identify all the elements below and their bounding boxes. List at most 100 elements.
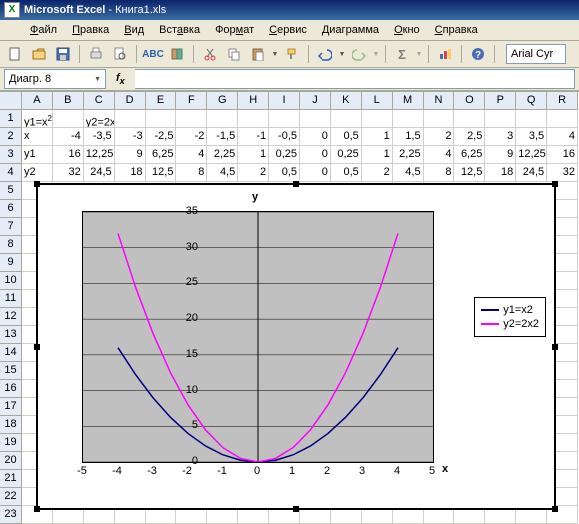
row-header[interactable]: 13 <box>0 326 22 344</box>
cell[interactable]: 1 <box>362 128 393 146</box>
col-header[interactable]: Q <box>516 92 547 110</box>
cell[interactable]: 4,5 <box>393 164 424 182</box>
cell[interactable]: 16 <box>53 146 84 164</box>
undo-dropdown[interactable]: ▼ <box>338 51 346 58</box>
row-header[interactable]: 5 <box>0 182 22 200</box>
col-header[interactable]: F <box>176 92 207 110</box>
cell[interactable]: -4 <box>53 128 84 146</box>
cell[interactable]: 0,5 <box>331 164 362 182</box>
cell[interactable]: 2 <box>362 164 393 182</box>
col-header[interactable]: I <box>269 92 300 110</box>
menu-view[interactable]: Вид <box>118 22 150 38</box>
cell[interactable]: -1,5 <box>207 128 238 146</box>
cell[interactable]: 0,5 <box>269 164 300 182</box>
menu-edit[interactable]: Правка <box>66 22 115 38</box>
cell[interactable]: 32 <box>547 164 578 182</box>
cell[interactable]: -2 <box>176 128 207 146</box>
col-header[interactable]: L <box>362 92 393 110</box>
fx-icon[interactable]: fx <box>116 72 125 86</box>
cell[interactable]: 2 <box>238 164 269 182</box>
cell[interactable]: -3 <box>115 128 146 146</box>
format-painter-icon[interactable] <box>281 43 303 65</box>
cell[interactable]: 4 <box>547 128 578 146</box>
row-header[interactable]: 22 <box>0 488 22 506</box>
cell[interactable] <box>300 110 331 128</box>
col-header[interactable]: C <box>84 92 115 110</box>
col-header[interactable]: P <box>485 92 516 110</box>
cell[interactable]: y2 <box>22 164 53 182</box>
cell[interactable]: 12,5 <box>454 164 485 182</box>
menu-help[interactable]: Справка <box>429 22 484 38</box>
cell[interactable]: 1 <box>362 146 393 164</box>
font-selector[interactable]: Arial Cyr <box>506 44 566 64</box>
cell[interactable]: 6,25 <box>146 146 177 164</box>
cell[interactable] <box>424 110 455 128</box>
cell[interactable]: 0 <box>300 146 331 164</box>
cell[interactable]: -1 <box>238 128 269 146</box>
cell[interactable]: 1 <box>238 146 269 164</box>
cell[interactable]: 2,25 <box>207 146 238 164</box>
preview-icon[interactable] <box>109 43 131 65</box>
cell[interactable]: 16 <box>547 146 578 164</box>
cell[interactable]: 2,5 <box>454 128 485 146</box>
cell[interactable] <box>53 110 84 128</box>
cell[interactable] <box>362 110 393 128</box>
col-header[interactable]: H <box>238 92 269 110</box>
col-header[interactable]: E <box>146 92 177 110</box>
cell[interactable]: 9 <box>115 146 146 164</box>
col-header[interactable]: R <box>547 92 578 110</box>
save-icon[interactable] <box>52 43 74 65</box>
plot-area[interactable] <box>82 211 434 463</box>
cell[interactable] <box>146 110 177 128</box>
cell[interactable] <box>485 110 516 128</box>
cell[interactable]: 4 <box>176 146 207 164</box>
row-header[interactable]: 20 <box>0 452 22 470</box>
menu-tools[interactable]: Сервис <box>263 22 313 38</box>
cell[interactable]: 2 <box>424 128 455 146</box>
row-header[interactable]: 6 <box>0 200 22 218</box>
cell[interactable] <box>454 110 485 128</box>
row-header[interactable]: 23 <box>0 506 22 524</box>
col-header[interactable]: O <box>454 92 485 110</box>
cell[interactable]: y1=x2 <box>22 110 53 128</box>
formula-input[interactable] <box>135 69 575 89</box>
row-header[interactable]: 1 <box>0 110 22 128</box>
col-header[interactable]: M <box>393 92 424 110</box>
undo-icon[interactable] <box>314 43 336 65</box>
cell[interactable]: 0,25 <box>269 146 300 164</box>
cell[interactable] <box>115 110 146 128</box>
row-header[interactable]: 16 <box>0 380 22 398</box>
row-header[interactable]: 2 <box>0 128 22 146</box>
name-box[interactable]: Диагр. 8▼ <box>4 69 106 89</box>
research-icon[interactable] <box>166 43 188 65</box>
cell[interactable] <box>176 110 207 128</box>
cell[interactable]: 12,5 <box>146 164 177 182</box>
menu-window[interactable]: Окно <box>388 22 426 38</box>
print-icon[interactable] <box>85 43 107 65</box>
cell[interactable]: 12,25 <box>84 146 115 164</box>
chart-object[interactable]: y x y1=x2 y2=2x2 35302520151050 -5-4-3-2… <box>36 183 556 510</box>
cell[interactable]: 3 <box>485 128 516 146</box>
copy-icon[interactable] <box>223 43 245 65</box>
cell[interactable]: 24,5 <box>84 164 115 182</box>
menu-chart[interactable]: Диаграмма <box>316 22 385 38</box>
menu-insert[interactable]: Вставка <box>153 22 206 38</box>
sum-dropdown[interactable]: ▼ <box>415 51 423 58</box>
cell[interactable]: 8 <box>424 164 455 182</box>
col-header[interactable]: A <box>22 92 53 110</box>
cell[interactable]: 0 <box>300 128 331 146</box>
cell[interactable] <box>516 110 547 128</box>
cell[interactable]: 4 <box>424 146 455 164</box>
cell[interactable]: 4,5 <box>207 164 238 182</box>
cut-icon[interactable] <box>199 43 221 65</box>
col-header[interactable]: J <box>300 92 331 110</box>
open-icon[interactable] <box>28 43 50 65</box>
col-header[interactable]: G <box>207 92 238 110</box>
cell[interactable] <box>207 110 238 128</box>
cell[interactable] <box>393 110 424 128</box>
cell[interactable]: 32 <box>53 164 84 182</box>
sum-icon[interactable]: Σ <box>391 43 413 65</box>
cell[interactable]: 0 <box>300 164 331 182</box>
help-icon[interactable]: ? <box>467 43 489 65</box>
cell[interactable]: y2=2x2 <box>84 110 115 128</box>
